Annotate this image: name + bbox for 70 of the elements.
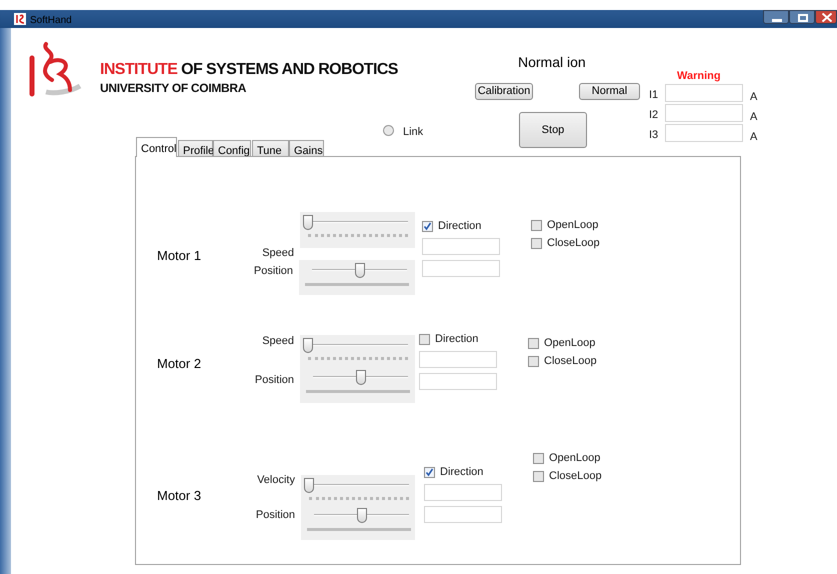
checkbox[interactable] <box>531 238 542 249</box>
institute-name: OF SYSTEMS AND ROBOTICS <box>181 61 398 78</box>
checkbox[interactable] <box>422 220 433 232</box>
action-button[interactable]: Normal <box>579 83 640 100</box>
check-icon <box>425 468 434 477</box>
value-field[interactable] <box>419 373 497 390</box>
link-radio[interactable] <box>383 125 394 136</box>
checkbox[interactable] <box>528 338 539 349</box>
institute-name-highlight: INSTITUTE <box>100 61 178 78</box>
window-title: SoftHand <box>30 14 72 28</box>
check-icon <box>423 222 432 231</box>
checkbox-label: Direction <box>438 219 482 234</box>
checkbox-label: CloseLoop <box>547 236 600 251</box>
university-name: UNIVERSITY OF COIMBRA <box>100 80 246 97</box>
checkbox-label: OpenLoop <box>549 451 600 466</box>
minimize-button[interactable] <box>763 10 789 24</box>
link-label: Link <box>403 125 424 140</box>
tab[interactable]: Tune <box>252 140 289 157</box>
current-field[interactable] <box>665 104 743 122</box>
tab[interactable]: Gains <box>289 140 324 157</box>
current-label: I2 <box>649 108 658 123</box>
action-button[interactable]: Calibration <box>475 83 533 100</box>
checkbox[interactable] <box>424 466 435 478</box>
unit-label: A <box>750 130 758 145</box>
warning-label: Warning <box>677 69 721 84</box>
motor-label: Motor 2 <box>157 355 202 373</box>
current-field[interactable] <box>665 84 743 102</box>
value-field[interactable] <box>424 484 502 501</box>
checkbox[interactable] <box>531 220 542 231</box>
checkbox-label: Direction <box>440 465 484 480</box>
tab[interactable]: Control <box>136 137 177 157</box>
checkbox-label: OpenLoop <box>544 336 596 351</box>
mode-label: Normal ion <box>518 53 586 72</box>
close-icon <box>822 13 832 22</box>
tab[interactable]: Config <box>213 140 251 157</box>
current-label: I1 <box>649 88 658 103</box>
slider-label: Position <box>254 373 294 388</box>
slider-thumb[interactable] <box>303 215 313 230</box>
minimize-icon <box>772 19 782 22</box>
value-field[interactable] <box>419 351 497 368</box>
value-field[interactable] <box>424 506 502 523</box>
slider-thumb[interactable] <box>303 338 313 353</box>
motor-label: Motor 1 <box>157 247 202 265</box>
maximize-icon <box>798 14 808 22</box>
checkbox-label: Direction <box>435 332 478 347</box>
slider-label: Speed <box>261 334 294 349</box>
slider-label: Position <box>254 508 295 523</box>
close-button[interactable] <box>815 10 837 24</box>
checkbox-label: CloseLoop <box>544 354 597 369</box>
current-label: I3 <box>649 128 658 143</box>
action-button[interactable]: Stop <box>519 112 587 148</box>
unit-label: A <box>750 90 758 105</box>
checkbox[interactable] <box>533 452 544 464</box>
motor-label: Motor 3 <box>157 487 202 505</box>
value-field[interactable] <box>422 238 500 255</box>
slider-label: Position <box>252 264 293 279</box>
slider-label: Velocity <box>256 473 295 488</box>
app-icon <box>14 13 26 25</box>
checkbox[interactable] <box>419 334 430 345</box>
slider-label: Speed <box>261 246 294 261</box>
checkbox-label: OpenLoop <box>547 218 598 233</box>
checkbox[interactable] <box>533 470 544 482</box>
checkbox[interactable] <box>528 356 539 367</box>
value-field[interactable] <box>422 260 500 277</box>
slider-thumb[interactable] <box>304 478 314 493</box>
maximize-button[interactable] <box>789 10 815 24</box>
tab[interactable]: Profile <box>178 140 213 157</box>
current-field[interactable] <box>665 124 743 142</box>
unit-label: A <box>750 110 758 125</box>
checkbox-label: CloseLoop <box>549 469 602 484</box>
